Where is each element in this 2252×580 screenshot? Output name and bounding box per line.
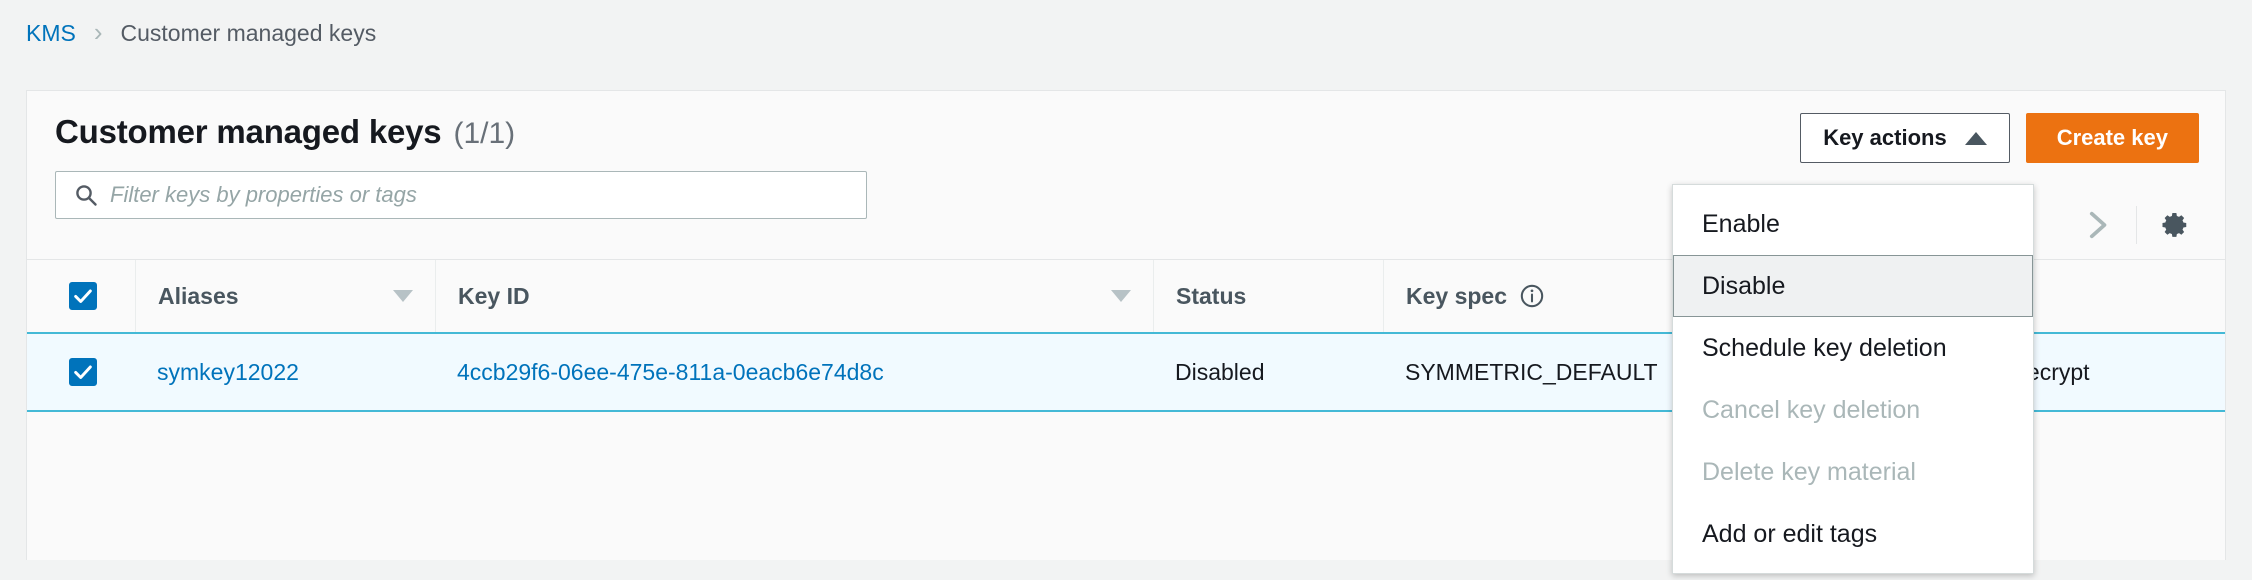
key-actions-button[interactable]: Key actions bbox=[1800, 113, 2010, 163]
row-select-cell bbox=[27, 332, 135, 412]
alias-link[interactable]: symkey12022 bbox=[157, 359, 299, 386]
status-value: Disabled bbox=[1175, 358, 1265, 385]
breadcrumb-separator-icon: › bbox=[93, 17, 103, 47]
create-key-button[interactable]: Create key bbox=[2025, 113, 2199, 163]
menu-item-disable[interactable]: Disable bbox=[1673, 255, 2033, 317]
menu-item-add-or-edit-tags[interactable]: Add or edit tags bbox=[1673, 503, 2033, 565]
column-select-all bbox=[27, 259, 135, 334]
menu-item-schedule-key-deletion[interactable]: Schedule key deletion bbox=[1673, 317, 2033, 379]
column-label-key-spec: Key spec bbox=[1406, 282, 1508, 309]
column-label-aliases: Aliases bbox=[158, 282, 239, 309]
column-header-key-id[interactable]: Key ID bbox=[435, 259, 1153, 334]
page-title: Customer managed keys (1/1) bbox=[55, 113, 515, 151]
tools-divider bbox=[2136, 206, 2137, 244]
cell-alias: symkey12022 bbox=[135, 332, 435, 412]
sort-descending-icon[interactable] bbox=[393, 290, 413, 302]
cell-status: Disabled bbox=[1153, 332, 1383, 412]
breadcrumb-current: Customer managed keys bbox=[120, 19, 377, 46]
info-icon[interactable] bbox=[1519, 283, 1545, 309]
column-label-key-id: Key ID bbox=[458, 282, 530, 309]
search-input[interactable] bbox=[110, 182, 810, 208]
search-icon bbox=[74, 183, 98, 207]
settings-button[interactable] bbox=[2151, 201, 2199, 249]
column-label-status: Status bbox=[1176, 282, 1247, 309]
key-actions-label: Key actions bbox=[1823, 125, 1947, 150]
header-actions: Key actions Create key bbox=[1800, 113, 2225, 163]
row-checkbox[interactable] bbox=[69, 358, 97, 386]
caret-up-icon bbox=[1964, 131, 1987, 145]
table-tools bbox=[2070, 199, 2199, 251]
menu-item-enable[interactable]: Enable bbox=[1673, 193, 2033, 255]
menu-item-delete-key-material: Delete key material bbox=[1702, 457, 1916, 486]
select-all-checkbox[interactable] bbox=[69, 282, 97, 310]
breadcrumb-link-kms[interactable]: KMS bbox=[26, 20, 76, 47]
page-title-count: (1/1) bbox=[453, 117, 516, 150]
breadcrumb: KMS › Customer managed keys bbox=[0, 0, 2252, 66]
search-box[interactable] bbox=[55, 171, 867, 219]
next-page-button[interactable] bbox=[2070, 199, 2122, 251]
sort-descending-icon[interactable] bbox=[1111, 290, 1131, 302]
menu-item-cancel-key-deletion: Cancel key deletion bbox=[1702, 395, 1921, 424]
column-header-status[interactable]: Status bbox=[1153, 259, 1383, 334]
key-id-link[interactable]: 4ccb29f6-06ee-475e-811a-0eacb6e74d8c bbox=[457, 359, 884, 386]
key-spec-value: SYMMETRIC_DEFAULT bbox=[1405, 358, 1658, 385]
cell-key-id: 4ccb29f6-06ee-475e-811a-0eacb6e74d8c bbox=[435, 332, 1153, 412]
page-title-text: Customer managed keys bbox=[55, 113, 442, 150]
key-actions-menu: Enable Disable Schedule key deletion Can… bbox=[1672, 184, 2034, 574]
column-header-aliases[interactable]: Aliases bbox=[135, 259, 435, 334]
